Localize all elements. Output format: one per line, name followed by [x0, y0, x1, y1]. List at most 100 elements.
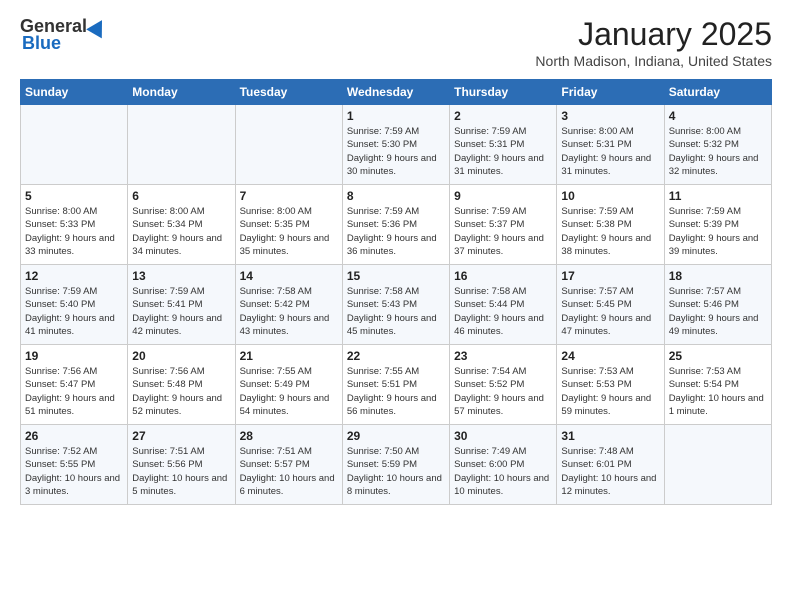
cell-info: Sunrise: 8:00 AM Sunset: 5:34 PM Dayligh… — [132, 205, 230, 258]
cell-day-number: 26 — [25, 429, 123, 443]
calendar-cell: 19 Sunrise: 7:56 AM Sunset: 5:47 PM Dayli… — [21, 345, 128, 425]
cell-info: Sunrise: 7:59 AM Sunset: 5:30 PM Dayligh… — [347, 125, 445, 178]
cell-day-number: 30 — [454, 429, 552, 443]
header-friday: Friday — [557, 80, 664, 105]
cell-day-number: 24 — [561, 349, 659, 363]
cell-info: Sunrise: 8:00 AM Sunset: 5:31 PM Dayligh… — [561, 125, 659, 178]
cell-day-number: 17 — [561, 269, 659, 283]
cell-info: Sunrise: 8:00 AM Sunset: 5:33 PM Dayligh… — [25, 205, 123, 258]
logo-blue-text: Blue — [22, 33, 61, 54]
calendar-table: SundayMondayTuesdayWednesdayThursdayFrid… — [20, 79, 772, 505]
header-wednesday: Wednesday — [342, 80, 449, 105]
calendar-cell: 15Sunrise: 7:58 AM Sunset: 5:43 PM Dayli… — [342, 265, 449, 345]
cell-day-number: 16 — [454, 269, 552, 283]
calendar-cell: 8Sunrise: 7:59 AM Sunset: 5:36 PM Daylig… — [342, 185, 449, 265]
cell-info: Sunrise: 7:56 AM Sunset: 5:47 PM Dayligh… — [25, 365, 123, 418]
logo-triangle-icon — [86, 15, 110, 38]
cell-info: Sunrise: 7:57 AM Sunset: 5:45 PM Dayligh… — [561, 285, 659, 338]
calendar-cell: 27Sunrise: 7:51 AM Sunset: 5:56 PM Dayli… — [128, 425, 235, 505]
cell-day-number: 11 — [669, 189, 767, 203]
cell-info: Sunrise: 7:49 AM Sunset: 6:00 PM Dayligh… — [454, 445, 552, 498]
page-header: General Blue January 2025 North Madison,… — [20, 16, 772, 69]
cell-day-number: 2 — [454, 109, 552, 123]
cell-day-number: 28 — [240, 429, 338, 443]
cell-info: Sunrise: 8:00 AM Sunset: 5:32 PM Dayligh… — [669, 125, 767, 178]
cell-day-number: 20 — [132, 349, 230, 363]
calendar-cell: 4 Sunrise: 8:00 AM Sunset: 5:32 PM Daylig… — [664, 105, 771, 185]
cell-day-number: 9 — [454, 189, 552, 203]
calendar-cell: 24 Sunrise: 7:53 AM Sunset: 5:53 PM Dayli… — [557, 345, 664, 425]
cell-info: Sunrise: 7:58 AM Sunset: 5:44 PM Dayligh… — [454, 285, 552, 338]
cell-info: Sunrise: 7:48 AM Sunset: 6:01 PM Dayligh… — [561, 445, 659, 498]
cell-day-number: 6 — [132, 189, 230, 203]
calendar-cell: 22Sunrise: 7:55 AM Sunset: 5:51 PM Dayli… — [342, 345, 449, 425]
calendar-cell: 16 Sunrise: 7:58 AM Sunset: 5:44 PM Dayli… — [450, 265, 557, 345]
calendar-cell: 1Sunrise: 7:59 AM Sunset: 5:30 PM Daylig… — [342, 105, 449, 185]
calendar-cell: 25 Sunrise: 7:53 AM Sunset: 5:54 PM Dayli… — [664, 345, 771, 425]
cell-info: Sunrise: 7:59 AM Sunset: 5:31 PM Dayligh… — [454, 125, 552, 178]
calendar-header-row: SundayMondayTuesdayWednesdayThursdayFrid… — [21, 80, 772, 105]
cell-info: Sunrise: 7:56 AM Sunset: 5:48 PM Dayligh… — [132, 365, 230, 418]
cell-day-number: 10 — [561, 189, 659, 203]
calendar-cell: 5 Sunrise: 8:00 AM Sunset: 5:33 PM Daylig… — [21, 185, 128, 265]
cell-day-number: 21 — [240, 349, 338, 363]
calendar-cell: 14Sunrise: 7:58 AM Sunset: 5:42 PM Dayli… — [235, 265, 342, 345]
week-row-3: 12Sunrise: 7:59 AM Sunset: 5:40 PM Dayli… — [21, 265, 772, 345]
calendar-cell: 17 Sunrise: 7:57 AM Sunset: 5:45 PM Dayli… — [557, 265, 664, 345]
calendar-cell — [235, 105, 342, 185]
cell-info: Sunrise: 7:50 AM Sunset: 5:59 PM Dayligh… — [347, 445, 445, 498]
cell-info: Sunrise: 7:58 AM Sunset: 5:42 PM Dayligh… — [240, 285, 338, 338]
week-row-4: 19 Sunrise: 7:56 AM Sunset: 5:47 PM Dayli… — [21, 345, 772, 425]
cell-info: Sunrise: 7:53 AM Sunset: 5:54 PM Dayligh… — [669, 365, 767, 418]
calendar-cell: 3 Sunrise: 8:00 AM Sunset: 5:31 PM Daylig… — [557, 105, 664, 185]
calendar-cell: 12Sunrise: 7:59 AM Sunset: 5:40 PM Dayli… — [21, 265, 128, 345]
cell-info: Sunrise: 7:59 AM Sunset: 5:37 PM Dayligh… — [454, 205, 552, 258]
month-title: January 2025 — [535, 16, 772, 53]
cell-info: Sunrise: 8:00 AM Sunset: 5:35 PM Dayligh… — [240, 205, 338, 258]
cell-day-number: 3 — [561, 109, 659, 123]
calendar-cell: 21 Sunrise: 7:55 AM Sunset: 5:49 PM Dayli… — [235, 345, 342, 425]
calendar-cell — [128, 105, 235, 185]
cell-info: Sunrise: 7:53 AM Sunset: 5:53 PM Dayligh… — [561, 365, 659, 418]
cell-day-number: 19 — [25, 349, 123, 363]
cell-day-number: 31 — [561, 429, 659, 443]
cell-info: Sunrise: 7:55 AM Sunset: 5:49 PM Dayligh… — [240, 365, 338, 418]
header-saturday: Saturday — [664, 80, 771, 105]
cell-info: Sunrise: 7:54 AM Sunset: 5:52 PM Dayligh… — [454, 365, 552, 418]
cell-day-number: 22 — [347, 349, 445, 363]
calendar-cell: 9 Sunrise: 7:59 AM Sunset: 5:37 PM Daylig… — [450, 185, 557, 265]
cell-info: Sunrise: 7:59 AM Sunset: 5:38 PM Dayligh… — [561, 205, 659, 258]
cell-day-number: 25 — [669, 349, 767, 363]
calendar-cell — [21, 105, 128, 185]
calendar-cell: 7 Sunrise: 8:00 AM Sunset: 5:35 PM Daylig… — [235, 185, 342, 265]
calendar-cell — [664, 425, 771, 505]
cell-day-number: 7 — [240, 189, 338, 203]
cell-info: Sunrise: 7:52 AM Sunset: 5:55 PM Dayligh… — [25, 445, 123, 498]
title-block: January 2025 North Madison, Indiana, Uni… — [535, 16, 772, 69]
header-sunday: Sunday — [21, 80, 128, 105]
week-row-2: 5 Sunrise: 8:00 AM Sunset: 5:33 PM Daylig… — [21, 185, 772, 265]
week-row-5: 26 Sunrise: 7:52 AM Sunset: 5:55 PM Dayli… — [21, 425, 772, 505]
cell-day-number: 27 — [132, 429, 230, 443]
calendar-cell: 2 Sunrise: 7:59 AM Sunset: 5:31 PM Daylig… — [450, 105, 557, 185]
header-thursday: Thursday — [450, 80, 557, 105]
cell-day-number: 12 — [25, 269, 123, 283]
calendar-cell: 6 Sunrise: 8:00 AM Sunset: 5:34 PM Daylig… — [128, 185, 235, 265]
cell-info: Sunrise: 7:57 AM Sunset: 5:46 PM Dayligh… — [669, 285, 767, 338]
calendar-cell: 29Sunrise: 7:50 AM Sunset: 5:59 PM Dayli… — [342, 425, 449, 505]
calendar-cell: 30 Sunrise: 7:49 AM Sunset: 6:00 PM Dayli… — [450, 425, 557, 505]
calendar-cell: 20 Sunrise: 7:56 AM Sunset: 5:48 PM Dayli… — [128, 345, 235, 425]
calendar-cell: 11Sunrise: 7:59 AM Sunset: 5:39 PM Dayli… — [664, 185, 771, 265]
cell-info: Sunrise: 7:59 AM Sunset: 5:36 PM Dayligh… — [347, 205, 445, 258]
week-row-1: 1Sunrise: 7:59 AM Sunset: 5:30 PM Daylig… — [21, 105, 772, 185]
cell-day-number: 4 — [669, 109, 767, 123]
cell-day-number: 15 — [347, 269, 445, 283]
calendar-cell: 23 Sunrise: 7:54 AM Sunset: 5:52 PM Dayli… — [450, 345, 557, 425]
calendar-cell: 26 Sunrise: 7:52 AM Sunset: 5:55 PM Dayli… — [21, 425, 128, 505]
location-text: North Madison, Indiana, United States — [535, 53, 772, 69]
cell-day-number: 13 — [132, 269, 230, 283]
cell-day-number: 23 — [454, 349, 552, 363]
calendar-cell: 13Sunrise: 7:59 AM Sunset: 5:41 PM Dayli… — [128, 265, 235, 345]
cell-day-number: 5 — [25, 189, 123, 203]
logo: General Blue — [20, 16, 107, 54]
